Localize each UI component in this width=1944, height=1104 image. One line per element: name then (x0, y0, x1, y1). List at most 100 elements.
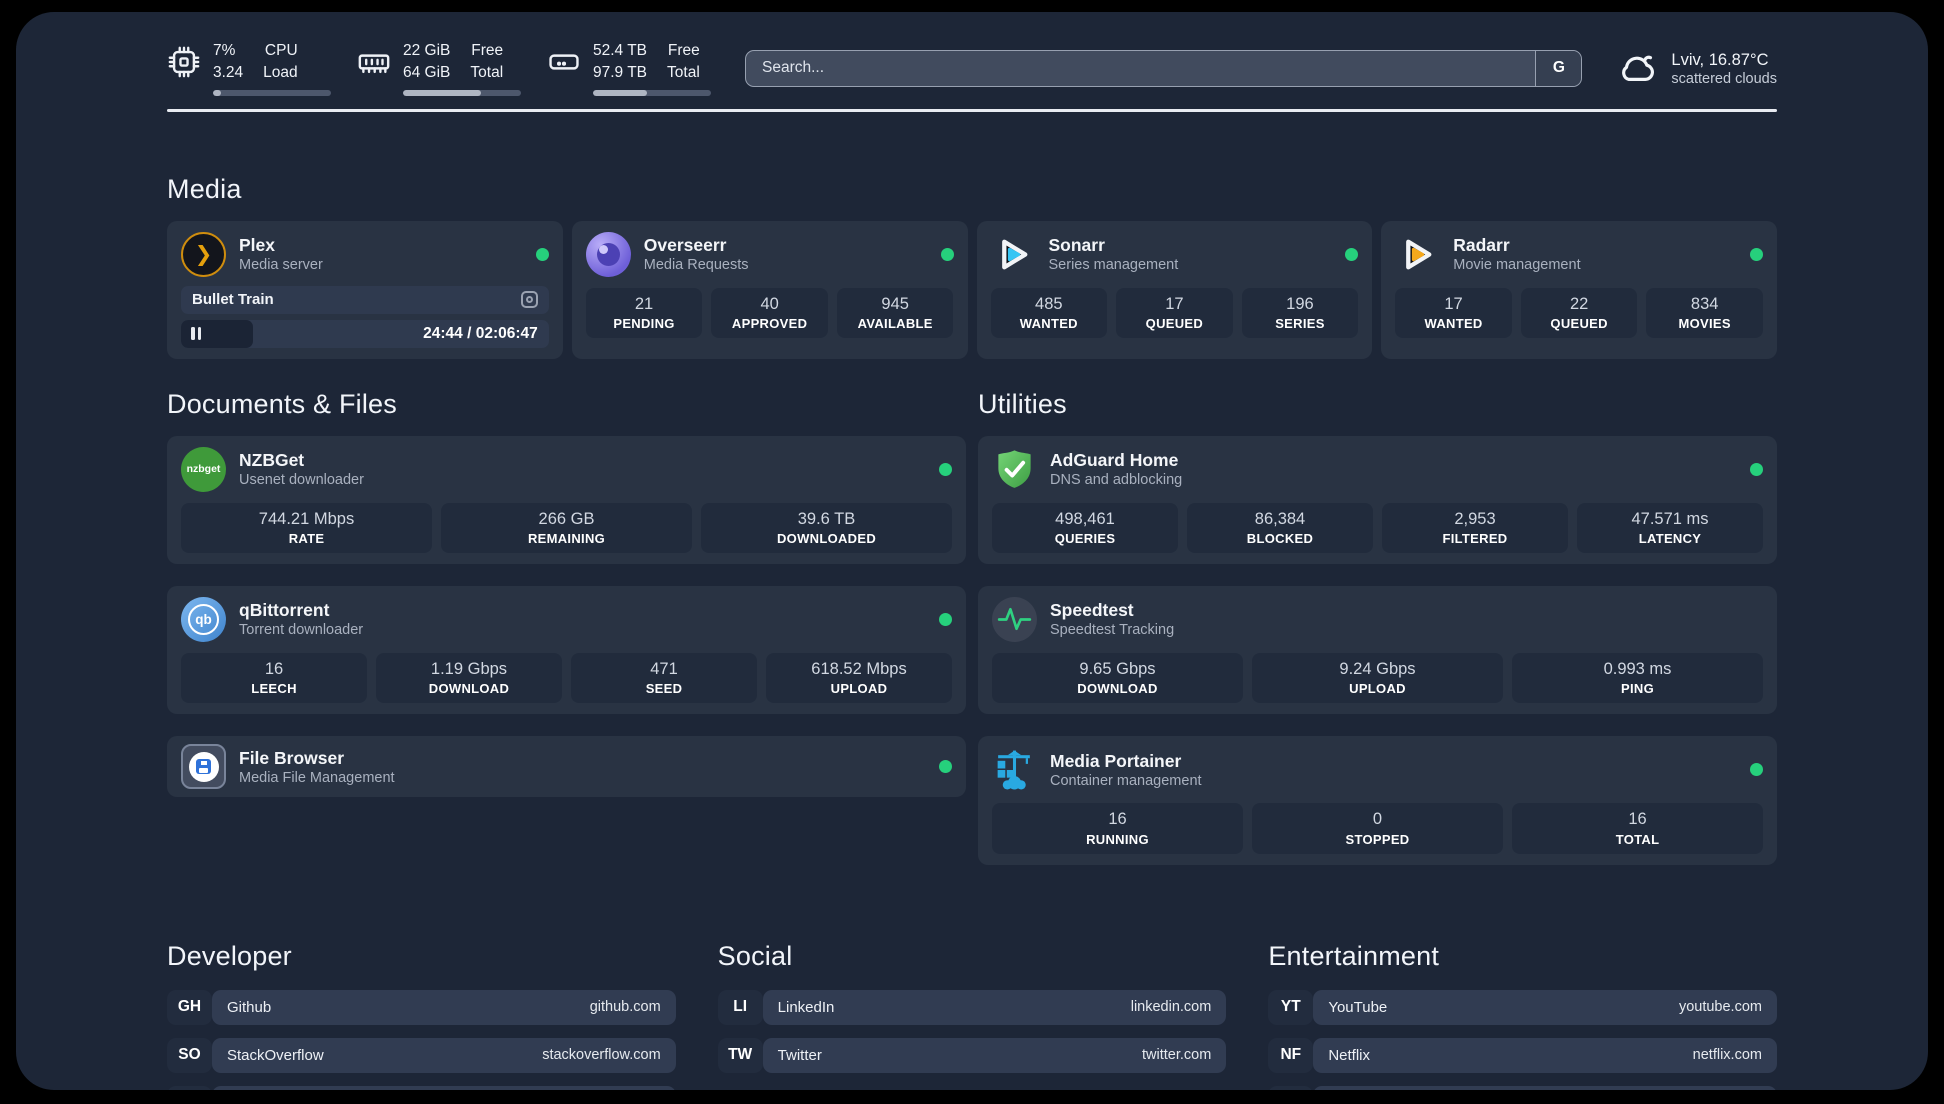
session-camera-icon (520, 291, 538, 308)
stat-box: 834 MOVIES (1646, 287, 1763, 338)
cpu-icon (167, 45, 201, 79)
app-card-radarr[interactable]: Radarr Movie management 17 WANTED 22 QUEUE… (1381, 220, 1777, 359)
link-dev[interactable]: DT DEVdev.to (167, 1085, 676, 1090)
status-online-dot (535, 247, 549, 261)
link-name: LinkedIn (777, 998, 835, 1016)
section-title-developer: Developer (167, 940, 292, 971)
status-online-dot (939, 462, 952, 476)
app-description: Usenet downloader (239, 472, 364, 488)
weather-condition: scattered clouds (1671, 71, 1777, 88)
stat-box: 17 QUEUED (1116, 287, 1233, 338)
app-card-portainer[interactable]: Media Portainer Container management 16 R… (978, 736, 1777, 865)
app-card-plex[interactable]: ❯ Plex Media server Bullet Train 24:44 /… (167, 220, 563, 359)
filebrowser-icon (181, 744, 226, 790)
link-url: github.com (589, 999, 661, 1016)
storage-label-1: Free (667, 42, 700, 60)
storage-progress-track (593, 89, 711, 96)
cpu-label-2: Load (263, 64, 298, 81)
app-card-nzbget[interactable]: nzbget NZBGet Usenet downloader 744.21 M… (167, 435, 966, 564)
link-twitter[interactable]: TW Twitter twitter.com (717, 1037, 1227, 1073)
link-abbr: TW (717, 1037, 763, 1073)
stat-box: 86,384 BLOCKED (1187, 502, 1373, 553)
stat-box: 16 RUNNING (992, 803, 1243, 854)
link-name: Netflix (1328, 1046, 1371, 1064)
cpu-percent: 7% (213, 42, 236, 60)
memory-stat: 22 GiB 64 GiB Free Total (357, 40, 521, 96)
cpu-progress-track (213, 89, 331, 96)
stat-box: 471 SEED (571, 652, 757, 704)
storage-stat: 52.4 TB 97.9 TB Free Total (547, 40, 711, 96)
playback-progress-bar: 24:44 / 02:06:47 (181, 319, 549, 348)
memory-total: 64 GiB (403, 64, 451, 81)
stat-box: 485 WANTED (990, 287, 1108, 338)
search-engine-button[interactable]: G (1535, 50, 1582, 86)
weather-location: Lviv, 16.87°C (1671, 50, 1769, 69)
stat-box: 39.6 TB DOWNLOADED (701, 502, 952, 553)
cloud-icon (1616, 47, 1658, 89)
stat-box: 1.19 Gbps DOWNLOAD (376, 652, 562, 704)
link-youtube[interactable]: YT YouTube youtube.com (1268, 989, 1777, 1025)
status-online-dot (1750, 462, 1763, 476)
stat-box: 2,953 FILTERED (1382, 502, 1568, 553)
weather-widget: Lviv, 16.87°C scattered clouds (1616, 47, 1777, 89)
link-linkedin[interactable]: LI LinkedIn linkedin.com (717, 989, 1227, 1025)
stat-box: 47.571 ms LATENCY (1577, 502, 1763, 553)
app-card-sonarr[interactable]: Sonarr Series management 485 WANTED 17 QUE… (976, 220, 1373, 359)
storage-total: 97.9 TB (593, 64, 648, 81)
header-divider (167, 109, 1777, 112)
link-url: linkedin.com (1130, 999, 1212, 1016)
app-card-filebrowser[interactable]: File Browser Media File Management (167, 736, 966, 798)
system-stats: 7% 3.24 CPU Load 22 GiB 64 GiB Free Tota… (167, 40, 711, 96)
app-name: Radarr (1453, 235, 1510, 255)
status-online-dot (939, 612, 952, 626)
stat-box: 9.65 Gbps DOWNLOAD (992, 652, 1243, 704)
section-title-entertainment: Entertainment (1268, 940, 1440, 971)
app-description: Movie management (1453, 257, 1581, 273)
section-title-social: Social (717, 940, 793, 971)
link-url: netflix.com (1692, 1047, 1762, 1064)
link-github[interactable]: GH Github github.com (167, 989, 676, 1025)
link-name: Github (227, 998, 272, 1016)
app-description: Media Requests (643, 257, 749, 273)
stat-box: 40 APPROVED (711, 287, 828, 338)
memory-free: 22 GiB (403, 42, 451, 60)
link-stackoverflow[interactable]: SO StackOverflow stackoverflow.com (167, 1037, 676, 1073)
memory-icon (357, 45, 391, 79)
link-abbr: SO (167, 1037, 212, 1073)
portainer-icon (992, 747, 1037, 792)
link-abbr: GH (167, 989, 212, 1025)
app-description: Series management (1048, 257, 1179, 273)
plex-icon: ❯ (181, 231, 226, 277)
app-description: DNS and adblocking (1050, 472, 1183, 488)
link-url: youtube.com (1678, 999, 1762, 1016)
cpu-label-1: CPU (264, 42, 298, 60)
storage-label-2: Total (667, 64, 700, 81)
stat-box: 744.21 Mbps RATE (181, 502, 432, 553)
app-card-qbittorrent[interactable]: qb qBittorrent Torrent downloader 16 LEEC… (167, 585, 966, 715)
app-card-adguard[interactable]: AdGuard Home DNS and adblocking 498,461 Q… (978, 435, 1777, 564)
memory-progress-track (403, 89, 521, 96)
sonarr-icon (991, 232, 1036, 277)
now-playing-title: Bullet Train (192, 291, 274, 308)
link-abbr: LI (717, 989, 763, 1025)
link-name: Twitter (777, 1046, 822, 1064)
stat-box: 945 AVAILABLE (836, 287, 954, 338)
section-title-utilities: Utilities (978, 388, 1067, 419)
adguard-icon (992, 447, 1037, 492)
app-description: Torrent downloader (239, 622, 364, 639)
link-netflix[interactable]: NF Netflix netflix.com (1268, 1037, 1777, 1073)
app-card-overseerr[interactable]: Overseerr Media Requests 21 PENDING 40 APP… (571, 220, 968, 359)
link-abbr: DT (167, 1085, 212, 1090)
cpu-load: 3.24 (213, 64, 244, 81)
app-name: NZBGet (239, 450, 305, 470)
memory-label-1: Free (471, 42, 504, 60)
top-bar: 7% 3.24 CPU Load 22 GiB 64 GiB Free Tota… (167, 36, 1777, 100)
status-online-dot (940, 247, 954, 261)
pause-button[interactable] (181, 319, 253, 348)
stat-box: 22 QUEUED (1520, 287, 1638, 338)
search-input[interactable] (746, 50, 1536, 86)
link-reddit[interactable]: RE Redditreddit.com (1268, 1085, 1777, 1090)
app-card-speedtest[interactable]: Speedtest Speedtest Tracking 9.65 Gbps DO… (978, 585, 1777, 715)
stat-box: 17 WANTED (1395, 287, 1512, 338)
link-abbr: YT (1268, 989, 1314, 1025)
